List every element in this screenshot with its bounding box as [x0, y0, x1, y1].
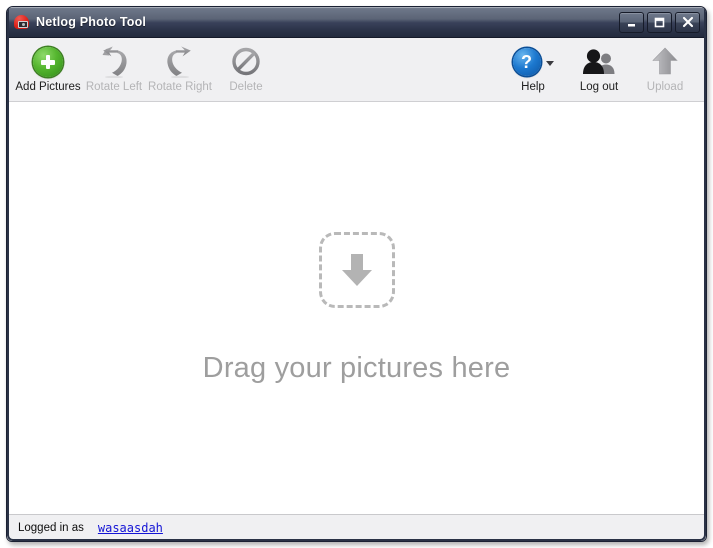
- minimize-icon: [628, 23, 635, 26]
- upload-arrow-icon: [652, 47, 678, 75]
- photo-drop-area[interactable]: Drag your pictures here: [7, 102, 706, 514]
- username-link[interactable]: wasaasdah: [98, 521, 163, 535]
- delete-label: Delete: [229, 81, 263, 93]
- down-arrow-icon: [341, 253, 372, 286]
- add-pictures-label: Add Pictures: [15, 81, 81, 93]
- upload-button[interactable]: Upload: [632, 43, 698, 93]
- drag-instruction-text: Drag your pictures here: [202, 351, 511, 384]
- rotate-left-icon-wrap: [99, 45, 129, 79]
- rotate-right-label: Rotate Right: [148, 81, 212, 93]
- upload-label: Upload: [646, 81, 684, 93]
- users-icon: [583, 49, 615, 74]
- delete-forbid-icon: [232, 47, 260, 76]
- help-label: Help: [521, 81, 545, 93]
- add-plus-icon-wrap: [33, 45, 63, 79]
- toolbar: Add Pictures Rotate Left Rotate Right De…: [7, 38, 706, 102]
- add-plus-icon: [33, 47, 63, 77]
- window-title: Netlog Photo Tool: [36, 15, 147, 29]
- help-button[interactable]: ? Help: [500, 43, 566, 93]
- application-window: Netlog Photo Tool Add Pictures Rotate Le…: [6, 6, 707, 542]
- title-bar[interactable]: Netlog Photo Tool: [7, 7, 706, 38]
- rotate-right-icon: [167, 46, 191, 78]
- logout-button[interactable]: Log out: [566, 43, 632, 93]
- netlog-camera-icon: [14, 14, 30, 30]
- chevron-down-icon[interactable]: [545, 60, 554, 66]
- rotate-left-button[interactable]: Rotate Left: [81, 43, 147, 93]
- screenshot-root: Netlog Photo Tool Add Pictures Rotate Le…: [0, 0, 713, 548]
- delete-button[interactable]: Delete: [213, 43, 279, 93]
- help-icon-wrap: ?: [512, 45, 554, 79]
- add-pictures-button[interactable]: Add Pictures: [15, 43, 81, 93]
- maximize-icon: [654, 17, 665, 27]
- delete-forbid-icon-wrap: [231, 45, 261, 79]
- users-icon-wrap: [581, 45, 617, 79]
- logout-label: Log out: [579, 81, 619, 93]
- rotate-left-label: Rotate Left: [85, 81, 143, 93]
- logged-in-label: Logged in as: [18, 522, 84, 534]
- toolbar-right-group: ? Help Log out Upload: [500, 43, 698, 93]
- close-button[interactable]: [675, 11, 700, 33]
- status-bar: Logged in as wasaasdah: [7, 514, 706, 541]
- rotate-right-button[interactable]: Rotate Right: [147, 43, 213, 93]
- toolbar-left-group: Add Pictures Rotate Left Rotate Right De…: [15, 43, 279, 93]
- maximize-button[interactable]: [647, 11, 672, 33]
- upload-arrow-icon-wrap: [650, 45, 680, 79]
- help-question-icon: ?: [512, 48, 541, 76]
- rotate-right-icon-wrap: [165, 45, 195, 79]
- download-arrow-dashed-box-icon: [318, 231, 395, 308]
- close-icon: [682, 16, 693, 28]
- rotate-left-icon: [102, 46, 127, 78]
- minimize-button[interactable]: [619, 11, 644, 33]
- window-controls: [619, 11, 702, 33]
